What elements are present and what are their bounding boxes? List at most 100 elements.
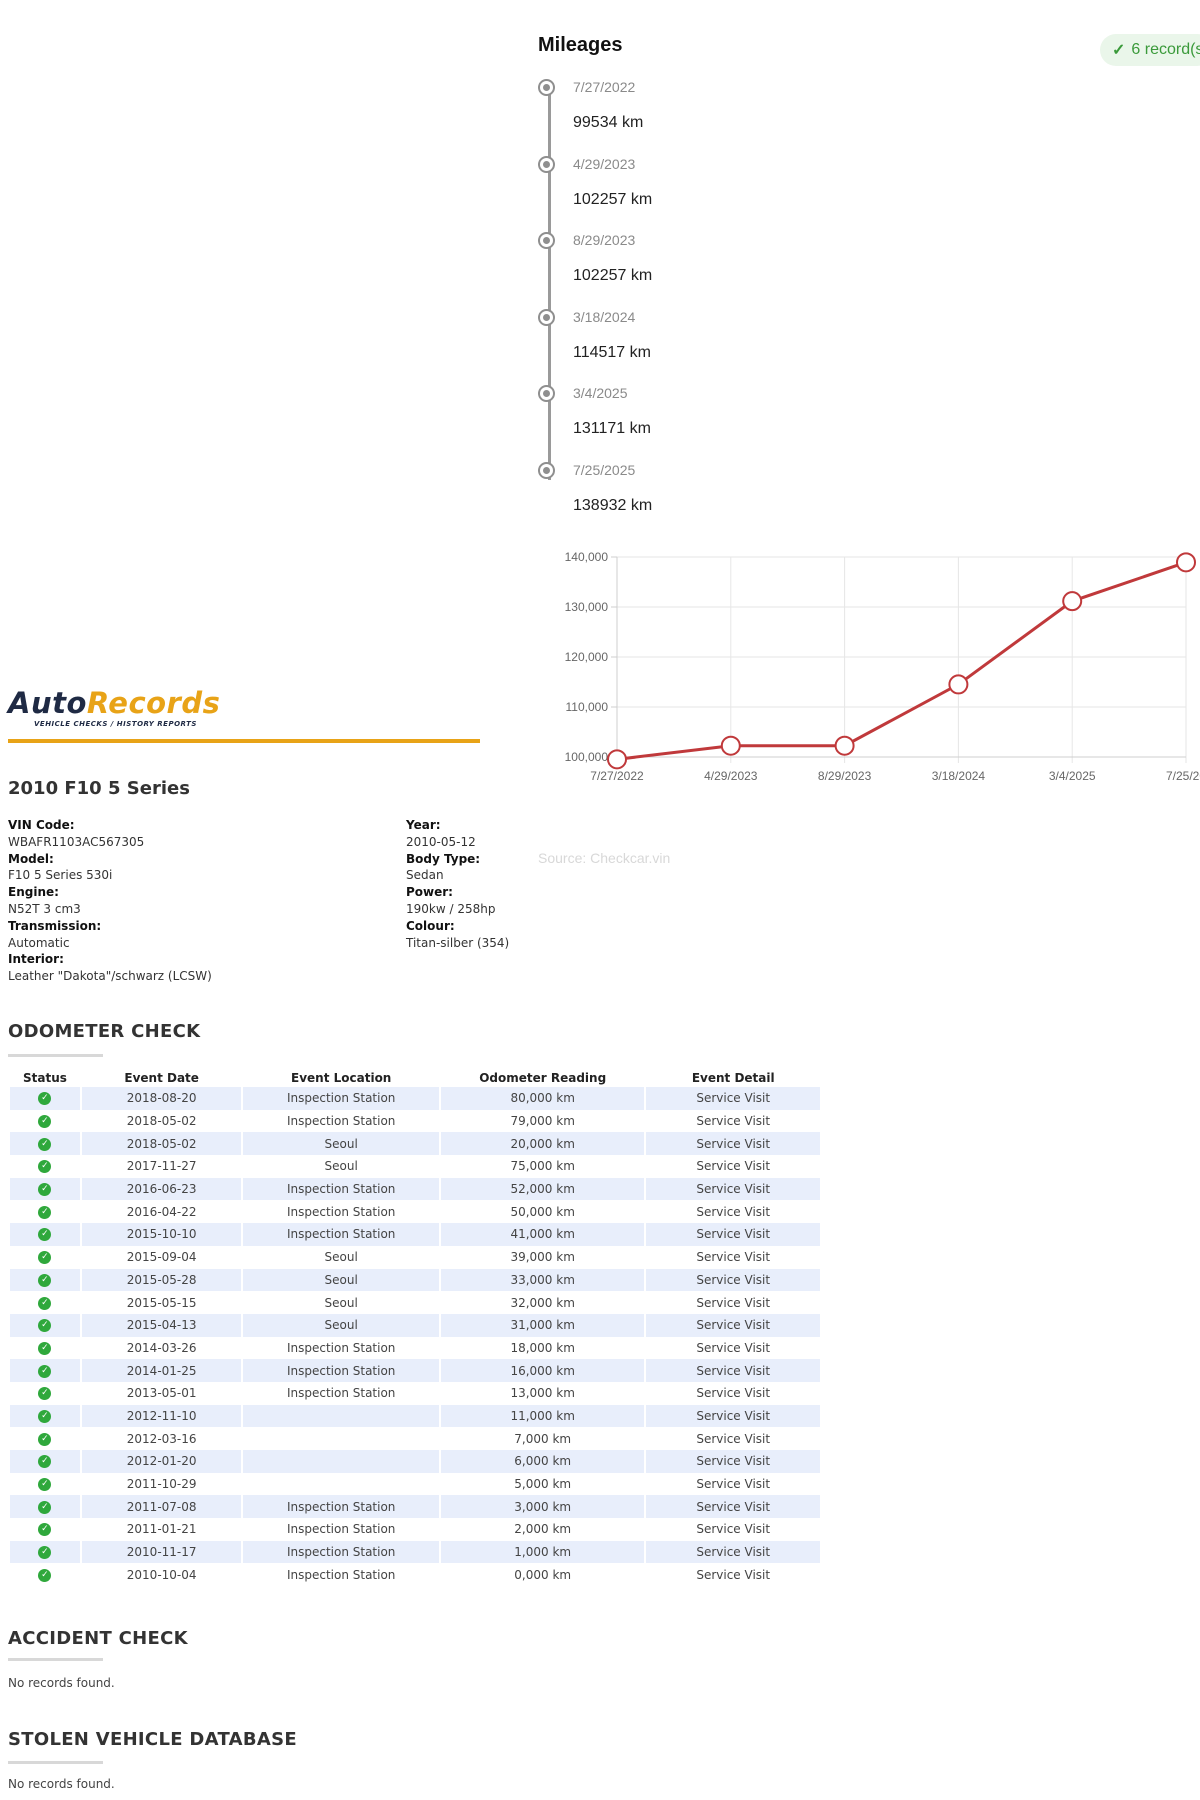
table-row: ✓ 2010-10-04 Inspection Station 0,000 km Ser… xyxy=(10,1563,820,1586)
spec-value: Leather "Dakota"/schwarz (LCSW) xyxy=(8,969,212,984)
data-point xyxy=(607,749,627,770)
check-circle-icon: ✓ xyxy=(38,1273,52,1287)
status-cell: ✓ xyxy=(10,1177,80,1201)
records-count: 6 record(s xyxy=(1131,41,1200,58)
event-location-cell: Inspection Station xyxy=(286,1567,396,1582)
event-date-cell: 2011-01-21 xyxy=(126,1522,197,1537)
col-event-location: Event Location xyxy=(291,1071,392,1085)
odometer-reading-cell: 7,000 km xyxy=(514,1431,572,1446)
table-row: ✓ 2012-03-16 7,000 km Service Visit xyxy=(10,1427,820,1450)
check-circle-icon: ✓ xyxy=(38,1205,52,1219)
logo-text-records: Records xyxy=(86,686,221,720)
y-tick-label: 120,000 xyxy=(565,650,609,664)
check-circle-icon: ✓ xyxy=(38,1296,52,1310)
check-circle-icon: ✓ xyxy=(38,1523,52,1537)
status-cell: ✓ xyxy=(10,1473,80,1496)
event-date-cell: 2018-05-02 xyxy=(81,1132,242,1156)
table-row: ✓ 2014-03-26 Inspection Station 18,000 km Se… xyxy=(10,1337,820,1360)
check-circle-icon: ✓ xyxy=(38,1183,52,1197)
event-date-cell: 2011-07-08 xyxy=(81,1495,242,1519)
spec-label: Interior: xyxy=(8,952,64,967)
event-detail-cell: Service Visit xyxy=(696,1340,771,1355)
event-detail-cell: Service Visit xyxy=(646,1087,820,1110)
x-tick-label: 3/4/2025 xyxy=(1049,769,1096,783)
event-detail-cell: Service Visit xyxy=(646,1223,820,1246)
status-cell: ✓ xyxy=(10,1132,80,1156)
spec-value: 190kw / 258hp xyxy=(406,901,496,916)
mileage-entry: 4/29/2023 102257 km xyxy=(538,149,838,225)
data-point xyxy=(720,735,741,756)
header-divider xyxy=(8,739,480,743)
mileage-date: 7/25/2025 xyxy=(573,461,636,478)
event-detail-cell: Service Visit xyxy=(696,1250,771,1265)
table-row: ✓ 2012-11-10 11,000 km Service Visit xyxy=(10,1404,820,1428)
event-location-cell: Inspection Station xyxy=(243,1540,439,1564)
x-tick-label: 7/25/20 xyxy=(1166,769,1200,783)
table-row: ✓ 2015-09-04 Seoul 39,000 km Service Visit xyxy=(10,1246,820,1269)
event-detail-cell: Service Visit xyxy=(696,1431,771,1446)
mileage-km: 138932 km xyxy=(573,496,653,514)
mileage-chart: 100,000 110,000 120,000 130,000 140,000 7/27/… xyxy=(530,540,1200,820)
check-circle-icon: ✓ xyxy=(38,1251,52,1265)
spec-value: N52T 3 cm3 xyxy=(8,901,81,916)
odometer-reading-cell: 11,000 km xyxy=(440,1404,645,1428)
odometer-header-row: Status Event Date Event Location Odomete… xyxy=(10,1069,820,1087)
col-event-detail: Event Detail xyxy=(691,1071,775,1085)
mileage-date: 4/29/2023 xyxy=(573,155,636,172)
status-cell: ✓ xyxy=(10,1337,80,1360)
mileage-entry: 8/29/2023 102257 km xyxy=(538,225,838,301)
mileage-entry: 3/18/2024 114517 km xyxy=(538,302,838,378)
mileage-date: 7/27/2022 xyxy=(573,79,636,95)
vehicle-title: 2010 F10 5 Series xyxy=(8,778,190,799)
timeline-dot-icon xyxy=(538,155,555,173)
mileage-km: 131171 km xyxy=(573,420,651,437)
odometer-reading-cell: 16,000 km xyxy=(440,1359,645,1382)
table-row: ✓ 2013-05-01 Inspection Station 13,000 km Se… xyxy=(10,1382,820,1405)
spec-label: Model: xyxy=(8,851,54,866)
status-cell: ✓ xyxy=(10,1404,80,1428)
status-cell: ✓ xyxy=(10,1382,80,1405)
odometer-reading-cell: 31,000 km xyxy=(440,1313,645,1337)
y-tick-label: 100,000 xyxy=(565,750,609,764)
mileage-date: 3/4/2025 xyxy=(573,385,628,401)
mileage-km: 102257 km xyxy=(573,190,653,208)
event-location-cell xyxy=(243,1427,439,1450)
data-point xyxy=(1176,552,1196,573)
spec-label: Colour: xyxy=(406,918,455,933)
odometer-reading-cell: 3,000 km xyxy=(440,1495,645,1519)
odometer-reading-cell: 18,000 km xyxy=(510,1340,575,1355)
spec-label: VIN Code: xyxy=(8,818,75,832)
event-date-cell: 2014-01-25 xyxy=(81,1359,242,1382)
status-cell: ✓ xyxy=(10,1495,80,1519)
timeline-dot-icon xyxy=(538,308,555,326)
odometer-reading-cell: 6,000 km xyxy=(440,1450,645,1473)
y-tick-label: 110,000 xyxy=(566,700,609,714)
logo-text-auto: Auto xyxy=(8,686,87,720)
event-detail-cell: Service Visit xyxy=(646,1177,820,1201)
event-date-cell: 2017-11-27 xyxy=(126,1159,197,1174)
series-line xyxy=(616,560,1187,761)
check-circle-icon: ✓ xyxy=(38,1500,52,1514)
mileage-entry: 7/27/2022 99534 km xyxy=(538,72,838,148)
timeline-dot-icon xyxy=(538,461,555,479)
event-location-cell: Inspection Station xyxy=(243,1087,439,1110)
event-detail-cell: Service Visit xyxy=(696,1567,771,1582)
event-detail-cell: Service Visit xyxy=(646,1359,820,1382)
check-circle-icon: ✓ xyxy=(38,1455,52,1469)
mileage-entry: 7/25/2025 138932 km xyxy=(538,455,838,531)
event-location-cell: Inspection Station xyxy=(286,1204,396,1219)
spec-label: Body Type: xyxy=(406,851,481,866)
check-circle-icon: ✓ xyxy=(38,1432,52,1446)
odometer-reading-cell: 75,000 km xyxy=(510,1159,575,1174)
status-cell: ✓ xyxy=(10,1563,80,1586)
event-location-cell xyxy=(243,1473,439,1496)
event-date-cell: 2013-05-01 xyxy=(126,1386,197,1401)
event-detail-cell: Service Visit xyxy=(646,1268,820,1292)
odometer-section-title: ODOMETER CHECK xyxy=(8,1021,201,1042)
col-odometer-reading: Odometer Reading xyxy=(479,1071,607,1085)
event-detail-cell: Service Visit xyxy=(696,1386,771,1401)
stolen-section-rule xyxy=(8,1761,103,1764)
status-cell: ✓ xyxy=(10,1087,80,1110)
event-date-cell: 2016-06-23 xyxy=(81,1177,242,1201)
check-icon: ✓ xyxy=(1112,42,1126,59)
